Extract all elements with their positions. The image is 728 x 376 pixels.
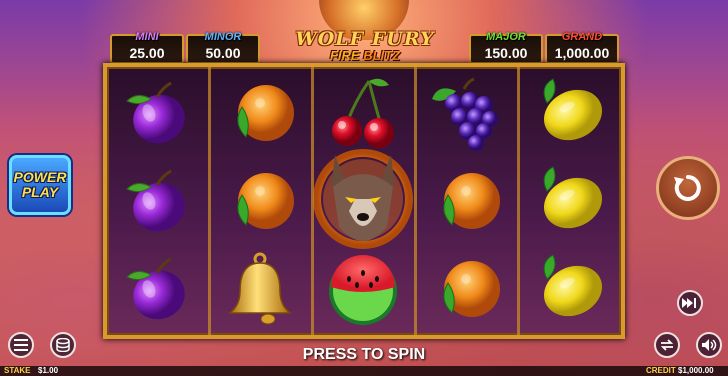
spin-arrow-icon bbox=[674, 175, 701, 201]
plum-symbol-icon bbox=[117, 73, 197, 153]
wolf-symbol-icon bbox=[313, 137, 413, 257]
reel-separator bbox=[311, 67, 314, 335]
plum-symbol-icon bbox=[117, 161, 197, 241]
speaker-icon bbox=[702, 339, 717, 351]
stake-label: STAKE bbox=[4, 366, 31, 375]
plum-symbol-icon bbox=[117, 249, 197, 329]
bet-button[interactable] bbox=[50, 332, 76, 358]
logo-title: WOLF FURY bbox=[295, 28, 435, 50]
press-to-spin-text: PRESS TO SPIN bbox=[302, 346, 426, 363]
credit-value: $1,000.00 bbox=[678, 366, 714, 375]
status-bar: STAKE $1.00 CREDIT $1,000.00 bbox=[0, 366, 728, 376]
sound-button[interactable] bbox=[696, 332, 722, 358]
jackpot-minor-label: MINOR bbox=[204, 31, 242, 43]
reel-5 bbox=[519, 67, 620, 335]
jackpot-mini-value: 25.00 bbox=[129, 45, 165, 61]
jackpot-minor: MINOR 50.00 bbox=[186, 31, 260, 64]
jackpot-mini-label: MINI bbox=[135, 31, 159, 43]
reel-grid[interactable] bbox=[103, 63, 625, 339]
bell-symbol-icon bbox=[220, 249, 300, 329]
hamburger-menu-icon bbox=[14, 339, 28, 351]
fast-forward-icon bbox=[682, 298, 696, 308]
game-logo: WOLF FURY FIRE BLITZ bbox=[290, 30, 440, 63]
jackpot-major-label: MAJOR bbox=[486, 31, 526, 43]
power-play-label-1: POWER bbox=[13, 169, 67, 185]
logo-blitz: BLITZ bbox=[363, 48, 401, 63]
power-play-button[interactable]: POWER PLAY bbox=[9, 155, 71, 215]
autoplay-button[interactable] bbox=[654, 332, 680, 358]
stake-value: $1.00 bbox=[38, 366, 59, 375]
reel-separator bbox=[208, 67, 211, 335]
orange-symbol-icon bbox=[426, 161, 506, 241]
coins-icon bbox=[56, 338, 70, 352]
grapes-symbol-icon bbox=[426, 73, 506, 153]
jackpot-major: MAJOR 150.00 bbox=[469, 31, 543, 64]
jackpot-minor-value: 50.00 bbox=[205, 45, 241, 61]
jackpot-grand: GRAND 1,000.00 bbox=[545, 31, 619, 64]
jackpot-major-value: 150.00 bbox=[484, 45, 528, 61]
watermelon-symbol-icon bbox=[323, 249, 403, 329]
orange-symbol-icon bbox=[220, 161, 300, 241]
lemon-symbol-icon bbox=[529, 249, 609, 329]
jackpot-grand-value: 1,000.00 bbox=[554, 45, 610, 61]
orange-symbol-icon bbox=[220, 73, 300, 153]
lemon-symbol-icon bbox=[529, 161, 609, 241]
reel-4 bbox=[416, 67, 517, 335]
autoplay-arrows-icon bbox=[660, 339, 674, 351]
credit-label: CREDIT bbox=[646, 366, 676, 375]
turbo-button[interactable] bbox=[677, 290, 703, 316]
reel-3 bbox=[313, 67, 414, 335]
logo-subtitle: FIRE BLITZ bbox=[290, 49, 440, 63]
spin-button[interactable] bbox=[656, 156, 720, 220]
reel-separator bbox=[517, 67, 520, 335]
jackpot-mini: MINI 25.00 bbox=[110, 31, 184, 64]
reel-separator bbox=[414, 67, 417, 335]
menu-button[interactable] bbox=[8, 332, 34, 358]
reel-2 bbox=[210, 67, 311, 335]
jackpot-grand-label: GRAND bbox=[561, 31, 603, 43]
power-play-label-2: PLAY bbox=[21, 184, 59, 200]
orange-symbol-icon bbox=[426, 249, 506, 329]
logo-fire: FIRE bbox=[329, 48, 360, 63]
lemon-symbol-icon bbox=[529, 73, 609, 153]
reel-1 bbox=[107, 67, 208, 335]
